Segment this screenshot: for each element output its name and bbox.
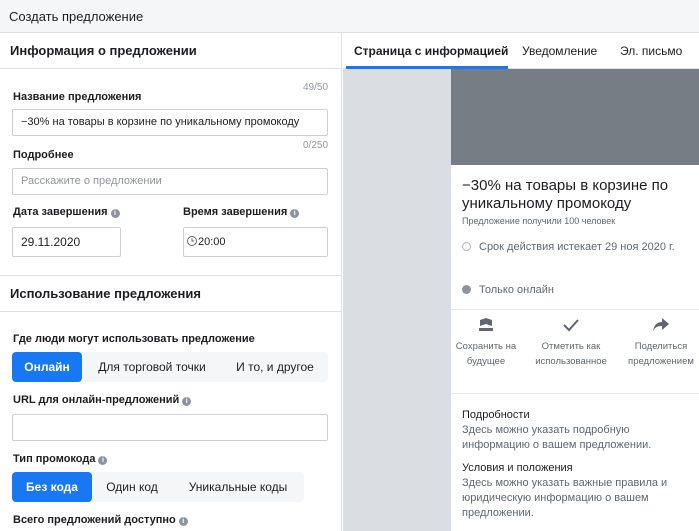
tab-email[interactable]: Эл. письмо <box>620 44 682 58</box>
option-no-code[interactable]: Без кода <box>12 472 92 502</box>
share-offer-label: Поделиться предложением <box>628 341 694 367</box>
end-time-value: 20:00 <box>198 236 226 248</box>
promo-type-selector: Без кода Один код Уникальные коды <box>12 472 304 502</box>
save-bookmark-icon <box>479 318 493 331</box>
divider <box>451 309 699 310</box>
details-char-count: 0/250 <box>303 140 329 151</box>
end-time-label-text: Время завершения <box>183 206 288 218</box>
globe-icon <box>462 285 471 294</box>
usage-section-title: Использование предложения <box>10 286 201 301</box>
tab-notification[interactable]: Уведомление <box>522 44 597 58</box>
info-icon[interactable]: i <box>110 209 120 218</box>
save-for-later-action[interactable]: Сохранить на будущее <box>451 317 521 369</box>
top-bar: Создать предложение <box>0 0 699 33</box>
details-label: Подробнее <box>13 149 74 161</box>
promo-type-label: Тип промокода i <box>13 453 108 465</box>
cover-image <box>451 69 699 165</box>
window-title: Создать предложение <box>9 9 144 24</box>
end-time-input[interactable]: 20:00 <box>183 227 328 257</box>
end-time-label: Время завершения i <box>183 206 300 218</box>
offer-name-char-count: 49/50 <box>303 82 329 93</box>
info-icon[interactable]: i <box>178 517 188 526</box>
clock-icon <box>187 236 197 246</box>
offer-info-section-header: Информация о предложении <box>0 33 342 69</box>
option-single-code[interactable]: Один код <box>92 472 172 502</box>
share-offer-action[interactable]: Поделиться предложением <box>623 317 699 369</box>
clock-icon <box>462 242 471 251</box>
mark-as-used-action[interactable]: Отметить как использованное <box>527 317 615 369</box>
info-icon[interactable]: i <box>290 209 300 218</box>
offer-info-section-title: Информация о предложении <box>10 43 197 58</box>
offer-name-label: Название предложения <box>13 91 142 103</box>
divider <box>451 393 699 394</box>
terms-text: Здесь можно указать важные правила и юри… <box>462 477 668 519</box>
online-url-label-text: URL для онлайн-предложений <box>13 394 180 406</box>
save-for-later-label: Сохранить на будущее <box>455 341 517 367</box>
total-offers-label-text: Всего предложений доступно <box>13 514 176 526</box>
option-online[interactable]: Онлайн <box>12 352 82 382</box>
total-offers-label: Всего предложений доступно i <box>13 514 188 526</box>
option-unique-codes[interactable]: Уникальные коды <box>172 472 304 502</box>
offer-form-panel: Информация о предложении Название предло… <box>0 33 342 531</box>
option-both[interactable]: И то, и другое <box>222 352 328 382</box>
online-url-label: URL для онлайн-предложений i <box>13 394 192 406</box>
preview-expiry: Срок действия истекает 29 ноя 2020 г. <box>462 239 694 256</box>
preview-availability-text: Только онлайн <box>479 284 554 296</box>
online-url-input[interactable] <box>12 414 328 441</box>
share-icon <box>653 318 669 331</box>
details-input[interactable]: Расскажите о предложении <box>12 168 328 195</box>
info-icon[interactable]: i <box>182 397 192 406</box>
where-used-label: Где люди могут использовать предложение <box>13 333 255 345</box>
usage-section-header: Использование предложения <box>0 275 342 312</box>
end-date-input[interactable]: 29.11.2020 <box>12 227 121 257</box>
end-date-label: Дата завершения i <box>13 206 120 218</box>
offer-preview-card: −30% на товары в корзине по уникальному … <box>451 69 699 531</box>
details-text: Здесь можно указать подробную информацию… <box>462 424 652 451</box>
preview-tabs: Страница с информацией Уведомление Эл. п… <box>343 33 699 69</box>
end-date-label-text: Дата завершения <box>13 206 108 218</box>
checkmark-icon <box>563 319 579 332</box>
preview-availability: Только онлайн <box>462 284 554 296</box>
mark-as-used-label: Отметить как использованное <box>535 341 607 367</box>
preview-expiry-text: Срок действия истекает 29 ноя 2020 г. <box>479 241 675 253</box>
details-heading: Подробности <box>462 409 530 421</box>
option-store[interactable]: Для торговой точки <box>82 352 222 382</box>
where-used-selector: Онлайн Для торговой точки И то, и другое <box>12 352 328 382</box>
preview-offer-title: −30% на товары в корзине по уникальному … <box>462 177 669 212</box>
offer-name-input[interactable]: −30% на товары в корзине по уникальному … <box>12 109 328 136</box>
terms-heading: Условия и положения <box>462 462 573 474</box>
info-icon[interactable]: i <box>98 456 108 465</box>
preview-received-count: Предложение получили 100 человек <box>462 216 616 226</box>
promo-type-label-text: Тип промокода <box>13 453 96 465</box>
tab-info-page[interactable]: Страница с информацией <box>354 44 508 58</box>
